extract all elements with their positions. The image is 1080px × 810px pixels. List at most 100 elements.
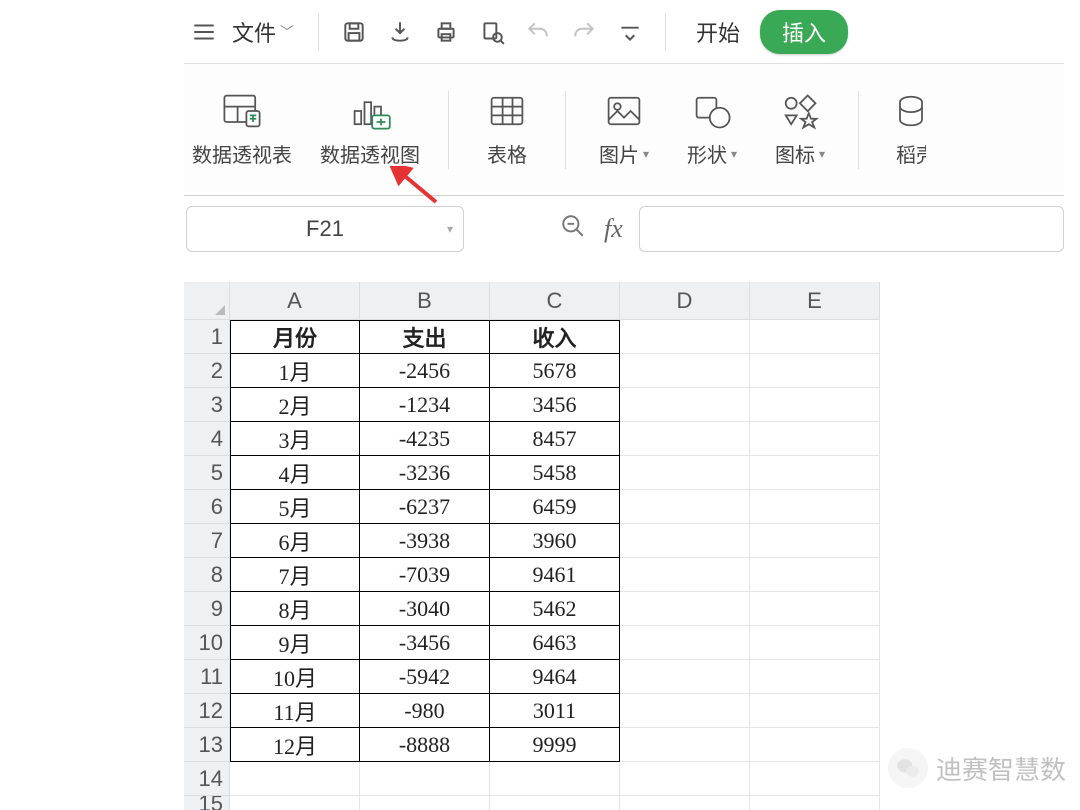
cell[interactable]: 8月 xyxy=(230,592,360,626)
col-header[interactable]: E xyxy=(750,282,880,320)
cell[interactable] xyxy=(750,490,880,524)
cell[interactable]: 3960 xyxy=(490,524,620,558)
cell[interactable]: -2456 xyxy=(360,354,490,388)
cell[interactable] xyxy=(620,796,750,810)
cell[interactable] xyxy=(620,524,750,558)
cell[interactable]: 6459 xyxy=(490,490,620,524)
cell[interactable] xyxy=(750,320,880,354)
ribbon-shapes[interactable]: 形状▾ xyxy=(682,91,742,168)
row-header[interactable]: 1 xyxy=(184,320,230,354)
col-header[interactable]: B xyxy=(360,282,490,320)
row-header[interactable]: 12 xyxy=(184,694,230,728)
cell[interactable]: -5942 xyxy=(360,660,490,694)
cell[interactable]: 5月 xyxy=(230,490,360,524)
cell[interactable]: 月份 xyxy=(230,320,360,354)
cell[interactable] xyxy=(750,626,880,660)
cell[interactable] xyxy=(620,660,750,694)
cell[interactable]: 9999 xyxy=(490,728,620,762)
cell[interactable] xyxy=(620,728,750,762)
cell[interactable]: 1月 xyxy=(230,354,360,388)
row-header[interactable]: 4 xyxy=(184,422,230,456)
row-header[interactable]: 5 xyxy=(184,456,230,490)
row-header[interactable]: 6 xyxy=(184,490,230,524)
name-box[interactable]: F21 ▾ xyxy=(186,206,464,252)
col-header[interactable]: A xyxy=(230,282,360,320)
cell[interactable] xyxy=(490,762,620,796)
cell[interactable] xyxy=(620,592,750,626)
col-header[interactable]: D xyxy=(620,282,750,320)
row-header[interactable]: 8 xyxy=(184,558,230,592)
cell[interactable] xyxy=(620,626,750,660)
cell[interactable]: -3040 xyxy=(360,592,490,626)
ribbon-picture[interactable]: 图片▾ xyxy=(594,91,654,168)
cell[interactable] xyxy=(230,762,360,796)
save-icon[interactable] xyxy=(333,11,375,53)
print-preview-icon[interactable] xyxy=(471,11,513,53)
cell[interactable]: 9464 xyxy=(490,660,620,694)
cell[interactable] xyxy=(620,422,750,456)
row-header[interactable]: 11 xyxy=(184,660,230,694)
row-header[interactable]: 10 xyxy=(184,626,230,660)
cell[interactable]: 2月 xyxy=(230,388,360,422)
ribbon-more-partial[interactable]: 稻壳 xyxy=(887,91,935,168)
cell[interactable] xyxy=(620,388,750,422)
cell[interactable]: 11月 xyxy=(230,694,360,728)
cell[interactable]: -8888 xyxy=(360,728,490,762)
zoom-out-icon[interactable] xyxy=(560,213,586,246)
cell[interactable]: 支出 xyxy=(360,320,490,354)
cell[interactable]: 4月 xyxy=(230,456,360,490)
cell[interactable] xyxy=(620,490,750,524)
redo-icon[interactable] xyxy=(563,11,605,53)
cell[interactable] xyxy=(750,796,880,810)
undo-icon[interactable] xyxy=(517,11,559,53)
ribbon-pivot-chart[interactable]: 数据透视图 xyxy=(320,91,420,168)
print-icon[interactable] xyxy=(425,11,467,53)
cell[interactable]: 3月 xyxy=(230,422,360,456)
cell[interactable]: 9461 xyxy=(490,558,620,592)
cell[interactable] xyxy=(750,354,880,388)
cell[interactable]: 6463 xyxy=(490,626,620,660)
cell[interactable]: 5462 xyxy=(490,592,620,626)
cell[interactable]: 8457 xyxy=(490,422,620,456)
cell[interactable] xyxy=(620,320,750,354)
row-header[interactable]: 15 xyxy=(184,796,230,810)
tab-insert[interactable]: 插入 xyxy=(760,10,848,54)
cell[interactable]: 6月 xyxy=(230,524,360,558)
cell[interactable]: 3011 xyxy=(490,694,620,728)
cell[interactable]: 12月 xyxy=(230,728,360,762)
formula-bar-input[interactable] xyxy=(639,206,1064,252)
file-menu[interactable]: 文件 ﹀ xyxy=(222,10,304,54)
col-header[interactable]: C xyxy=(490,282,620,320)
cell[interactable]: -6237 xyxy=(360,490,490,524)
cell[interactable] xyxy=(750,694,880,728)
cell[interactable] xyxy=(230,796,360,810)
output-icon[interactable] xyxy=(379,11,421,53)
cell[interactable] xyxy=(360,762,490,796)
cell[interactable] xyxy=(750,456,880,490)
ribbon-pivot-table[interactable]: 数据透视表 xyxy=(192,91,292,168)
cell[interactable]: -3456 xyxy=(360,626,490,660)
cell[interactable]: -3938 xyxy=(360,524,490,558)
cell[interactable]: -4235 xyxy=(360,422,490,456)
cell[interactable] xyxy=(750,762,880,796)
ribbon-icons[interactable]: 图标▾ xyxy=(770,91,830,168)
cell[interactable] xyxy=(620,354,750,388)
row-header[interactable]: 3 xyxy=(184,388,230,422)
row-header[interactable]: 14 xyxy=(184,762,230,796)
cell[interactable] xyxy=(620,558,750,592)
cell[interactable]: 10月 xyxy=(230,660,360,694)
row-header[interactable]: 9 xyxy=(184,592,230,626)
row-header[interactable]: 7 xyxy=(184,524,230,558)
cell[interactable] xyxy=(750,660,880,694)
cell[interactable]: 5678 xyxy=(490,354,620,388)
cell[interactable]: -3236 xyxy=(360,456,490,490)
cell[interactable] xyxy=(620,456,750,490)
cell[interactable] xyxy=(750,728,880,762)
menu-icon[interactable] xyxy=(190,18,218,46)
cell[interactable] xyxy=(620,694,750,728)
row-header[interactable]: 2 xyxy=(184,354,230,388)
cell[interactable]: -1234 xyxy=(360,388,490,422)
cell[interactable]: 收入 xyxy=(490,320,620,354)
customize-toolbar-icon[interactable] xyxy=(609,11,651,53)
cell[interactable] xyxy=(750,524,880,558)
